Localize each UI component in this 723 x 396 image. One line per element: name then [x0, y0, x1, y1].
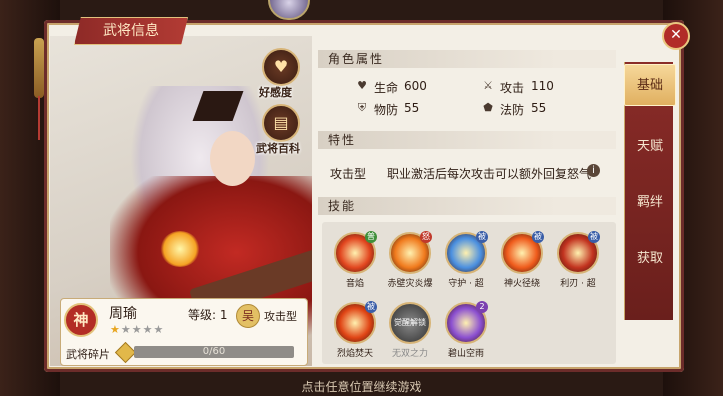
- shard-progress-text: 0/60: [202, 346, 226, 357]
- skill-item[interactable]: 被守护 · 超: [441, 231, 491, 289]
- close-button[interactable]: ✕: [662, 22, 690, 50]
- skill-icon: 2: [445, 301, 488, 344]
- attributes-header: 角色属性: [318, 50, 616, 68]
- magic-shield-icon: ⬟: [483, 101, 493, 114]
- star-empty-icon: ★: [142, 323, 154, 336]
- skills-header: 技能: [318, 197, 616, 215]
- skill-tag-badge: 被: [588, 231, 600, 243]
- hero-level: 等级: 1: [188, 308, 228, 322]
- sword-icon: ⚔: [483, 79, 493, 92]
- skill-name: 神火径绕: [503, 279, 540, 289]
- skill-tag-badge: 被: [476, 231, 488, 243]
- faction-badge: 吴: [236, 304, 260, 328]
- skill-name: 烈焰焚天: [336, 349, 373, 359]
- mdef-label: 法防: [500, 103, 525, 117]
- skill-icon: 被: [557, 231, 600, 274]
- skill-tag-badge: 怒: [420, 231, 432, 243]
- skill-item[interactable]: 怒赤壁灾炎爆: [385, 231, 435, 289]
- skill-tag-badge: 2: [476, 301, 488, 313]
- hp-value: 600: [404, 79, 427, 93]
- tab-obtain[interactable]: 获取: [624, 238, 676, 280]
- encyclopedia-label: 武将百科: [256, 142, 300, 155]
- skill-icon: 普: [334, 231, 377, 274]
- tab-basic[interactable]: 基础: [624, 64, 676, 106]
- continue-hint[interactable]: 点击任意位置继续游戏: [0, 378, 723, 395]
- info-icon[interactable]: i: [587, 164, 600, 177]
- shard-label: 武将碎片: [66, 348, 110, 361]
- skill-icon: 觉醒解锁: [389, 302, 431, 344]
- book-icon: ▤: [273, 113, 289, 132]
- tab-bond[interactable]: 羁绊: [624, 182, 676, 224]
- affection-label: 好感度: [259, 86, 292, 99]
- skill-icon: 被: [334, 301, 377, 344]
- skill-item[interactable]: 2 碧山空雨: [441, 301, 491, 359]
- skill-name: 利刃 · 超: [560, 279, 596, 289]
- skill-icon: 被: [501, 231, 544, 274]
- top-medal-icon: [268, 0, 310, 20]
- def-value: 55: [404, 101, 420, 115]
- def-label: 物防: [374, 103, 399, 117]
- lantern-decoration: [34, 38, 44, 98]
- atk-label: 攻击: [500, 81, 525, 95]
- skill-lock-text: 觉醒解锁: [394, 318, 426, 327]
- star-rating: ★★★★★: [110, 323, 164, 336]
- hp-label: 生命: [374, 81, 399, 95]
- skill-icon: 怒: [389, 231, 432, 274]
- star-filled-icon: ★: [110, 323, 121, 336]
- skill-tag-badge: 普: [365, 231, 377, 243]
- skill-item[interactable]: 被烈焰焚天: [330, 301, 380, 359]
- hero-face: [210, 131, 255, 186]
- heart-icon: ♥: [357, 79, 367, 92]
- skill-name: 无双之力: [391, 349, 428, 359]
- star-empty-icon: ★: [153, 323, 165, 336]
- skill-name: 音焰: [345, 279, 364, 289]
- window-title: 武将信息: [74, 17, 188, 45]
- skill-item[interactable]: 觉醒解锁 无双之力: [385, 302, 435, 359]
- hero-type: 攻击型: [264, 310, 297, 323]
- skill-tag-badge: 被: [365, 301, 377, 313]
- mdef-value: 55: [531, 101, 547, 115]
- lantern-tassel: [38, 96, 40, 140]
- tab-talent[interactable]: 天赋: [624, 126, 676, 168]
- skill-name: 守护 · 超: [448, 279, 484, 289]
- traits-header: 特性: [318, 131, 616, 149]
- affection-button[interactable]: ♥: [262, 48, 300, 86]
- skill-item[interactable]: 被利刃 · 超: [553, 231, 603, 289]
- skill-name: 赤壁灾炎爆: [387, 279, 433, 289]
- shield-icon: ⛨: [357, 101, 367, 114]
- encyclopedia-button[interactable]: ▤: [262, 104, 300, 142]
- skill-item[interactable]: 被神火径绕: [497, 231, 547, 289]
- skill-name: 碧山空雨: [447, 349, 484, 359]
- hero-name: 周瑜: [109, 306, 137, 322]
- star-empty-icon: ★: [120, 323, 132, 336]
- star-empty-icon: ★: [131, 323, 143, 336]
- trait-name: 攻击型: [330, 167, 367, 181]
- close-icon: ✕: [670, 27, 682, 43]
- trait-description: 职业激活后每次攻击可以额外回复怒气: [387, 167, 592, 181]
- rank-badge: 神: [64, 303, 98, 337]
- shard-progress-bar: 0/60: [134, 346, 294, 358]
- skill-tag-badge: 被: [532, 231, 544, 243]
- skill-icon: 被: [445, 231, 488, 274]
- atk-value: 110: [531, 79, 554, 93]
- skill-item[interactable]: 普音焰: [330, 231, 380, 289]
- heart-icon: ♥: [273, 57, 289, 76]
- fire-orb-icon: [160, 231, 200, 267]
